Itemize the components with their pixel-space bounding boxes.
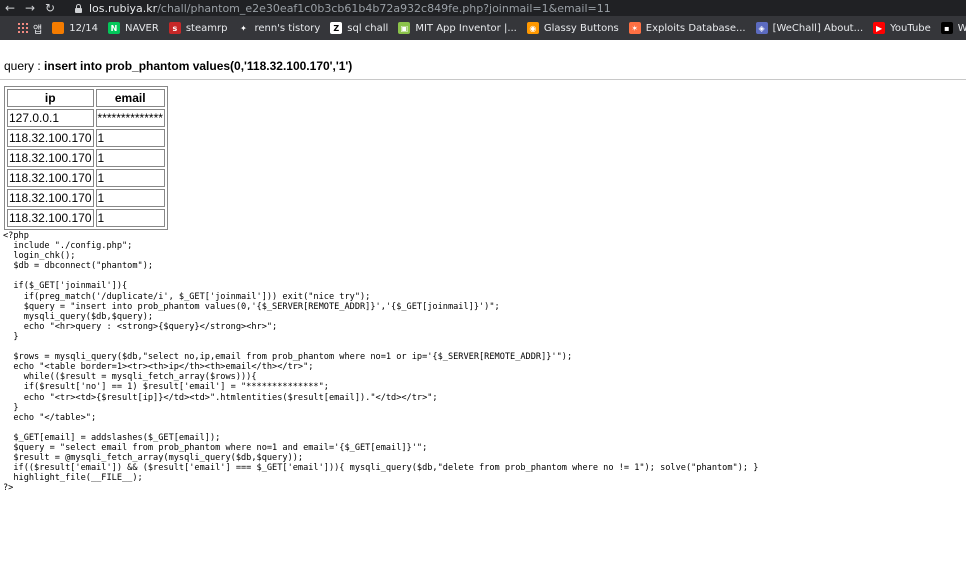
source-line: mysqli_query($db,$query); <box>3 311 154 322</box>
address-bar: ← → ↻ los.rubiya.kr/chall/phantom_e2e30e… <box>0 0 966 16</box>
source-line: if(preg_match('/duplicate/i', $_GET['joi… <box>3 291 371 302</box>
bookmark-label: Exploits Database... <box>645 22 746 34</box>
bookmark-item[interactable]: 12/14 <box>52 22 98 34</box>
source-line: $query = "select email from prob_phantom… <box>3 442 428 453</box>
bookmark-item[interactable]: 앱 <box>10 21 42 36</box>
lock-icon <box>74 3 83 13</box>
youtube-icon: ▶ <box>873 22 886 34</box>
bookmark-label: steamrp <box>185 22 228 34</box>
source-line: } <box>3 402 19 413</box>
bookmark-label: 12/14 <box>69 22 99 34</box>
bookmark-item[interactable]: ✦ renn's tistory <box>237 22 320 34</box>
source-line: while(($result = mysqli_fetch_array($row… <box>3 372 257 383</box>
source-line: echo "<table border=1><tr><th>ip</th><th… <box>3 362 314 373</box>
table-header-row: ip email <box>7 89 165 107</box>
source-line: login_chk(); <box>3 251 76 262</box>
result-table: ip email 127.0.0.1 ************** 118.32.1… <box>4 86 168 230</box>
source-line: } <box>3 331 19 342</box>
column-header-email: email <box>95 89 165 107</box>
steam-icon: s <box>168 22 181 34</box>
url-host: los.rubiya.kr <box>89 1 158 15</box>
apps-grid-icon <box>18 23 28 33</box>
source-line: $db = dbconnect("phantom"); <box>3 261 154 272</box>
php-source-code: <?php include "./config.php"; login_chk(… <box>3 231 962 493</box>
source-line <box>3 271 962 281</box>
bookmarks-bar: 앱 12/14 N NAVER s steamrp ✦ renn's tistory Zsql … <box>0 16 966 40</box>
query-label: query : <box>4 59 45 73</box>
table-row: 118.32.100.170 1 <box>7 129 165 147</box>
bookmark-label: Glassy Buttons <box>543 22 619 34</box>
table-row: 118.32.100.170 1 <box>7 169 165 187</box>
source-line: echo "</table>"; <box>3 412 97 423</box>
wechall-icon: ◈ <box>755 22 768 34</box>
bookmark-item[interactable]: Zsql chall <box>330 22 388 34</box>
cell-ip: 118.32.100.170 <box>7 149 94 167</box>
divider <box>0 79 966 80</box>
exploit-db-icon: ✶ <box>628 22 641 34</box>
cell-email: 1 <box>95 189 165 207</box>
bookmark-item[interactable]: ▪ Whats My IP Addr... <box>940 22 966 34</box>
table-row: 127.0.0.1 ************** <box>7 109 165 127</box>
source-line: if($result['no'] == 1) $result['email'] … <box>3 382 329 393</box>
bookmark-label: NAVER <box>125 22 159 34</box>
whatsmyip-icon: ▪ <box>940 22 953 34</box>
bookmark-item[interactable]: ✶ Exploits Database... <box>628 22 746 34</box>
cell-ip: 118.32.100.170 <box>7 169 94 187</box>
cell-email: 1 <box>95 169 165 187</box>
cell-ip: 127.0.0.1 <box>7 109 94 127</box>
source-line: $result = @mysqli_fetch_array(mysqli_que… <box>3 453 304 464</box>
source-line: if($_GET['joinmail']){ <box>3 281 128 292</box>
query-output: query : insert into prob_phantom values(… <box>4 58 962 74</box>
table-row: 118.32.100.170 1 <box>7 149 165 167</box>
bookmark-label: Whats My IP Addr... <box>957 22 966 34</box>
source-line: <?php <box>3 231 29 241</box>
glassy-buttons-icon: ◉ <box>526 22 539 34</box>
bookmark-label: 앱 <box>33 24 43 36</box>
cell-ip: 118.32.100.170 <box>7 129 94 147</box>
bookmark-label: sql chall <box>347 22 389 34</box>
bookmark-label: MIT App Inventor |... <box>415 22 517 34</box>
bookmark-item[interactable]: ◈ [WeChall] About... <box>755 22 864 34</box>
cell-ip: 118.32.100.170 <box>7 189 94 207</box>
source-line: echo "<tr><td>{$result[ip]}</td><td>".ht… <box>3 392 438 403</box>
source-line: echo "<hr>query : <strong>{$query}</stro… <box>3 321 278 332</box>
bookmark-item[interactable]: ◉ Glassy Buttons <box>526 22 619 34</box>
cell-email: 1 <box>95 209 165 227</box>
source-line: include "./config.php"; <box>3 241 133 252</box>
column-header-ip: ip <box>7 89 94 107</box>
back-arrow-icon[interactable]: ← <box>0 1 20 15</box>
cell-email: 1 <box>95 129 165 147</box>
query-text: insert into prob_phantom values(0,'118.3… <box>44 59 353 73</box>
source-line: ?> <box>3 483 14 494</box>
bookmark-label: [WeChall] About... <box>772 22 864 34</box>
forward-arrow-icon[interactable]: → <box>20 1 40 15</box>
cell-ip: 118.32.100.170 <box>7 209 94 227</box>
blogger-icon <box>52 22 65 34</box>
source-line: $_GET[email] = addslashes($_GET[email]); <box>3 432 221 443</box>
reload-icon[interactable]: ↻ <box>40 1 60 15</box>
source-line: $rows = mysqli_query($db,"select no,ip,e… <box>3 352 573 363</box>
app-inventor-icon: ▣ <box>398 22 411 34</box>
cell-email: ************** <box>95 109 165 127</box>
source-line: if(($result['email']) && ($result['email… <box>3 463 759 474</box>
bookmark-item[interactable]: N NAVER <box>108 22 159 34</box>
bookmark-item[interactable]: ▶ YouTube <box>873 22 931 34</box>
naver-icon: N <box>108 22 121 34</box>
bookmark-item[interactable]: ▣ MIT App Inventor |... <box>398 22 517 34</box>
url-path: /chall/phantom_e2e30eaf1c0b3cb61b4b72a93… <box>157 1 611 15</box>
source-line <box>3 423 962 433</box>
url-field[interactable]: los.rubiya.kr/chall/phantom_e2e30eaf1c0b… <box>74 0 611 16</box>
source-line: $query = "insert into prob_phantom value… <box>3 301 500 312</box>
page-content: query : insert into prob_phantom values(… <box>0 58 966 493</box>
bookmark-item[interactable]: s steamrp <box>168 22 228 34</box>
bookmark-label: renn's tistory <box>254 22 321 34</box>
source-line <box>3 342 962 352</box>
source-line: highlight_file(__FILE__); <box>3 473 143 484</box>
tistory-icon: ✦ <box>237 22 250 34</box>
z-icon: Z <box>330 22 343 34</box>
cell-email: 1 <box>95 149 165 167</box>
table-row: 118.32.100.170 1 <box>7 209 165 227</box>
table-row: 118.32.100.170 1 <box>7 189 165 207</box>
bookmark-label: YouTube <box>890 22 931 34</box>
